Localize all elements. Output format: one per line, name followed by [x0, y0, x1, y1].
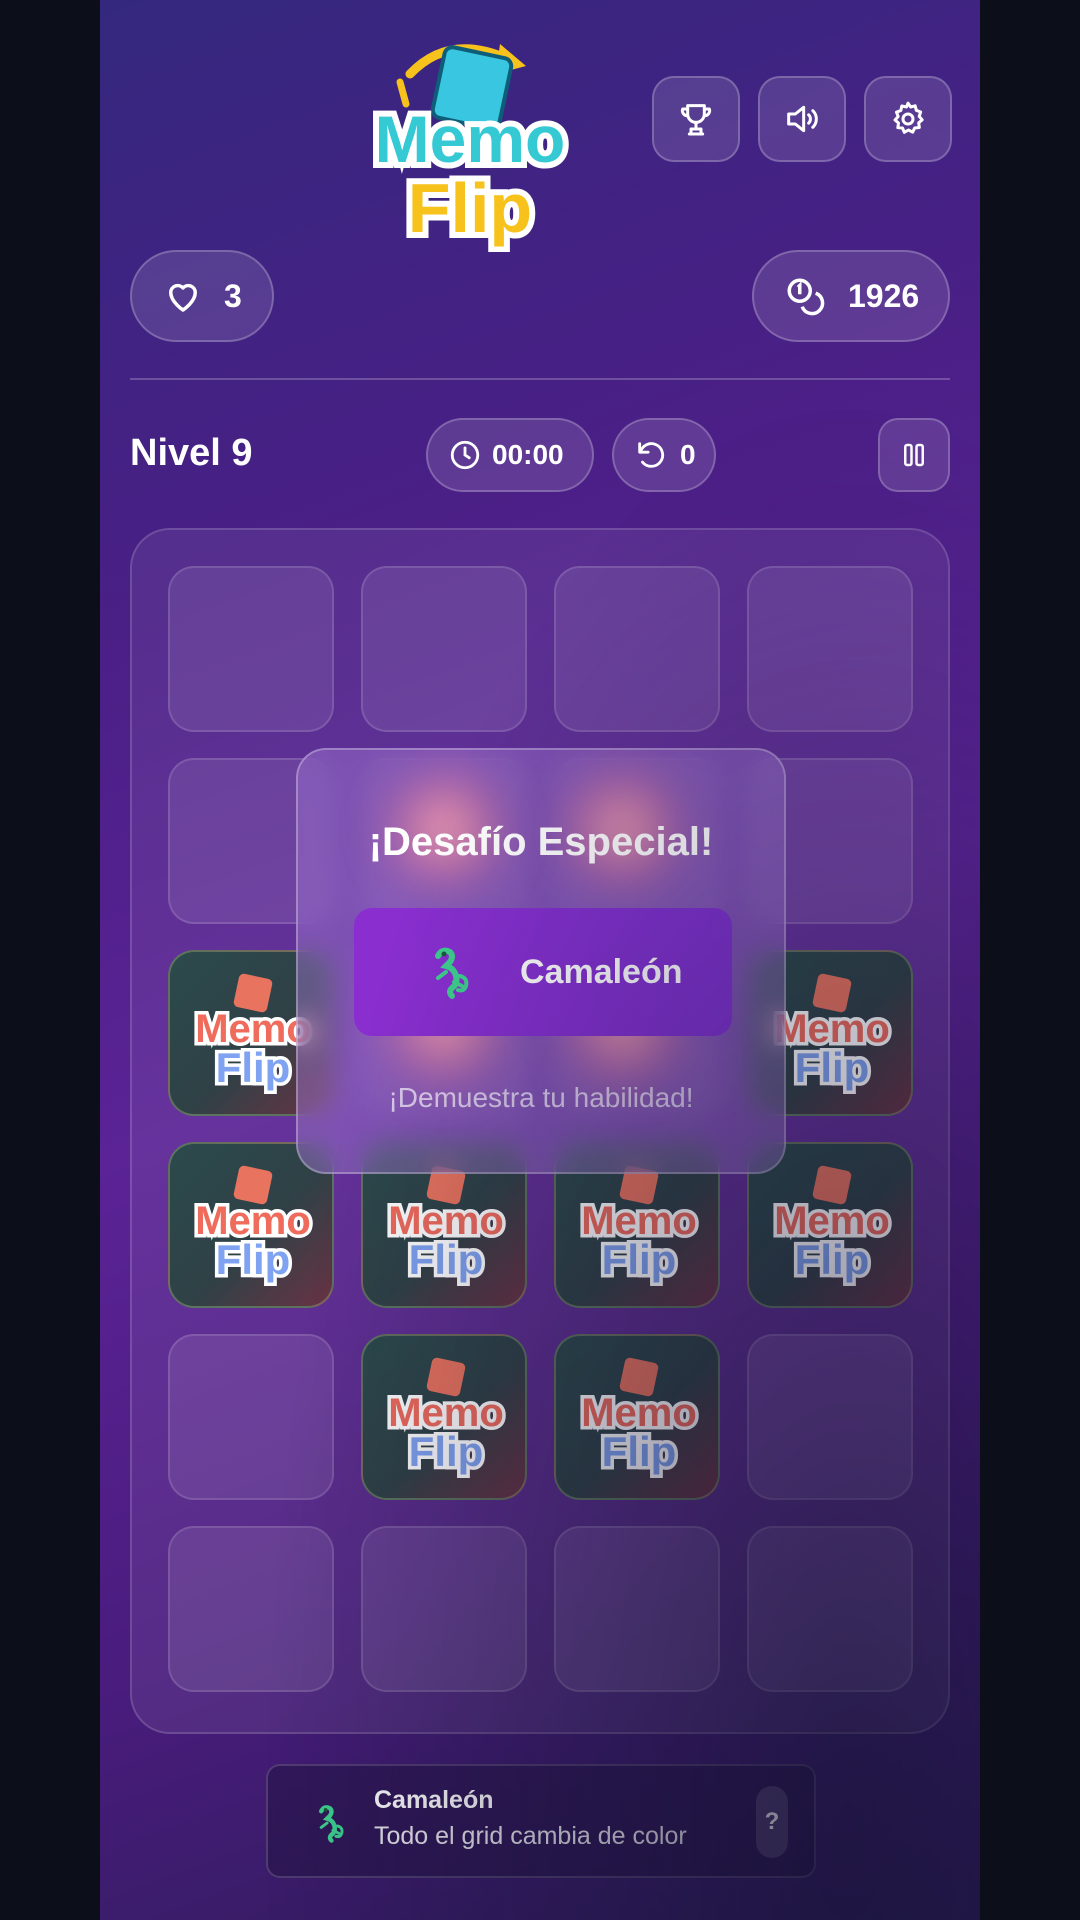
info-title: Camaleón	[374, 1786, 494, 1814]
memo-flip-logo: Memo Flip	[369, 44, 571, 252]
card[interactable]	[168, 1334, 334, 1500]
info-description: Todo el grid cambia de color	[374, 1822, 687, 1850]
svg-text:Flip: Flip	[602, 1428, 677, 1475]
timer-value: 00:00	[492, 439, 564, 470]
challenge-name: Camaleón	[520, 952, 683, 991]
lives-value: 3	[224, 277, 242, 314]
card[interactable]	[747, 566, 913, 732]
card-back[interactable]: Memo Flip	[554, 1334, 720, 1500]
volume-icon	[787, 105, 818, 133]
card[interactable]	[361, 1526, 527, 1692]
challenge-card: Camaleón	[354, 908, 732, 1036]
gear-icon	[893, 101, 924, 134]
sound-button[interactable]	[758, 76, 846, 162]
challenge-info-bar: Camaleón Todo el grid cambia de color ?	[266, 1764, 816, 1878]
pause-button[interactable]	[878, 418, 950, 492]
logo-word-memo: Memo	[375, 102, 566, 176]
card-logo: MemoFlip	[385, 1357, 507, 1479]
card[interactable]	[747, 1526, 913, 1692]
card[interactable]	[747, 1334, 913, 1500]
special-challenge-modal: ¡Desafío Especial! Camaleón ¡Demuestra t…	[296, 748, 786, 1174]
card[interactable]	[554, 566, 720, 732]
coins-value: 1926	[848, 277, 920, 314]
svg-text:Flip: Flip	[216, 1044, 291, 1091]
svg-text:Flip: Flip	[602, 1236, 677, 1283]
svg-text:Flip: Flip	[409, 1428, 484, 1475]
game-screen: Memo Flip 3 1926 Nivel 9 00:00 0 Memo Fl…	[100, 0, 980, 1920]
card[interactable]	[554, 1526, 720, 1692]
card-logo: MemoFlip	[578, 1357, 700, 1479]
card[interactable]	[168, 566, 334, 732]
card-back[interactable]: Memo Flip	[361, 1334, 527, 1500]
coins-counter: 1926	[752, 250, 950, 342]
card-logo: MemoFlip	[578, 1165, 700, 1287]
card[interactable]	[168, 1526, 334, 1692]
card-logo: MemoFlip	[385, 1165, 507, 1287]
pause-icon	[904, 443, 924, 467]
svg-text:Flip: Flip	[409, 1236, 484, 1283]
card-logo: MemoFlip	[771, 1165, 893, 1287]
heart-icon	[169, 283, 197, 312]
card-logo: MemoFlip	[192, 1165, 314, 1287]
moves-value: 0	[680, 439, 696, 470]
help-button[interactable]: ?	[756, 1786, 788, 1858]
modal-title: ¡Desafío Especial!	[368, 820, 714, 864]
svg-text:Flip: Flip	[795, 1044, 870, 1091]
svg-text:Flip: Flip	[795, 1236, 870, 1283]
level-label: Nivel 9	[130, 432, 253, 474]
trophy-icon	[680, 104, 712, 136]
moves-counter: 0	[612, 418, 716, 492]
card-logo: MemoFlip	[771, 973, 893, 1095]
leaderboard-button[interactable]	[652, 76, 740, 162]
modal-subtitle: ¡Demuestra tu habilidad!	[388, 1082, 694, 1113]
clock-icon	[450, 440, 480, 470]
chameleon-icon	[319, 1805, 344, 1843]
lives-counter: 3	[130, 250, 274, 342]
settings-button[interactable]	[864, 76, 952, 162]
header-divider	[130, 378, 950, 380]
svg-text:Flip: Flip	[216, 1236, 291, 1283]
undo-icon	[638, 442, 665, 468]
logo-word-flip: Flip	[408, 169, 532, 247]
timer-display: 00:00	[426, 418, 594, 492]
coins-icon	[787, 278, 825, 316]
card[interactable]	[361, 566, 527, 732]
chameleon-icon	[435, 947, 469, 999]
